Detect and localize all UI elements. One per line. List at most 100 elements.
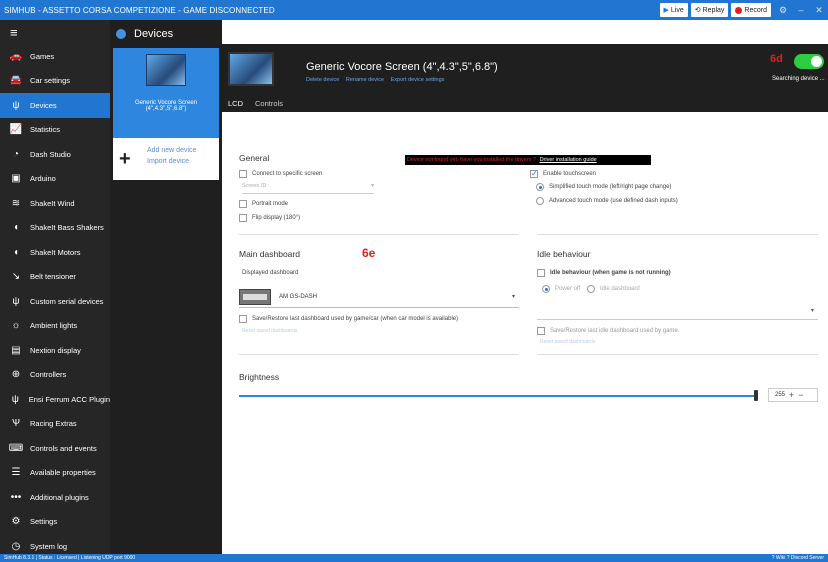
sidebar-item-shakeit-bass[interactable]: ◖ ShakeIt Bass Shakers bbox=[0, 216, 110, 241]
power-off-radio[interactable]: Power off bbox=[542, 285, 580, 293]
chevron-down-icon: ▾ bbox=[371, 183, 374, 189]
checkbox-label: Idle behaviour (when game is not running… bbox=[550, 270, 671, 276]
sidebar-item-label: ShakeIt Motors bbox=[30, 247, 81, 257]
enable-touchscreen-checkbox[interactable]: Enable touchscreen bbox=[530, 169, 596, 178]
devices-header-icon bbox=[116, 29, 126, 39]
sidebar-item-label: Controllers bbox=[30, 370, 67, 380]
plus-icon[interactable]: + bbox=[789, 390, 794, 400]
delete-device-link[interactable]: Delete device bbox=[306, 77, 339, 83]
sidebar-item-dash-studio[interactable]: ◔ Dash Studio bbox=[0, 142, 110, 167]
sidebar-item-racing-extras[interactable]: Ѱ Racing Extras bbox=[0, 412, 110, 437]
tab-controls[interactable]: Controls bbox=[249, 99, 289, 108]
sidebar-item-label: Available properties bbox=[30, 468, 96, 478]
add-new-device-link[interactable]: Add new device bbox=[147, 147, 196, 154]
live-button[interactable]: ▶ Live bbox=[659, 3, 688, 17]
save-restore-idle-checkbox[interactable]: Save/Restore last idle dashboard used by… bbox=[537, 327, 679, 335]
sidebar-item-label: Nextion display bbox=[30, 345, 81, 355]
idle-dashboard-select[interactable]: ▾ bbox=[537, 300, 818, 320]
sidebar-item-settings[interactable]: ⚙ Settings bbox=[0, 510, 110, 535]
sidebar-item-belt-tensioner[interactable]: ↘ Belt tensioner bbox=[0, 265, 110, 290]
sidebar-item-ensi-ferrum[interactable]: ψ Ensi Ferrum ACC Plugin bbox=[0, 387, 110, 412]
main-dashboard-heading: Main dashboard bbox=[239, 249, 300, 259]
reset-main-dashboards-link[interactable]: Reset saved dashboards bbox=[242, 328, 297, 334]
speaker-icon: ◖ bbox=[12, 222, 20, 234]
annotation-6e: 6e bbox=[362, 246, 376, 260]
close-icon[interactable]: ✕ bbox=[810, 5, 828, 16]
sidebar-item-label: Dash Studio bbox=[30, 149, 71, 159]
sidebar-item-label: Racing Extras bbox=[30, 419, 77, 429]
idle-behaviour-checkbox[interactable]: Idle behaviour (when game is not running… bbox=[537, 269, 671, 277]
sidebar-item-label: Ensi Ferrum ACC Plugin bbox=[28, 394, 110, 404]
import-device-link[interactable]: Import device bbox=[147, 158, 189, 165]
brightness-heading: Brightness bbox=[239, 372, 280, 382]
chevron-down-icon: ▾ bbox=[810, 308, 814, 314]
idle-dashboard-radio[interactable]: Idle dashboard bbox=[587, 285, 640, 293]
sidebar-item-additional-plugins[interactable]: ••• Additional plugins bbox=[0, 485, 110, 510]
chevron-down-icon: ▾ bbox=[511, 294, 515, 300]
checkbox-box bbox=[537, 269, 545, 277]
settings-window-icon[interactable]: ⚙ bbox=[774, 5, 792, 16]
add-device-box: + Add new device Import device bbox=[113, 138, 219, 180]
screen-id-input[interactable]: Screen ID : ▾ bbox=[242, 183, 374, 194]
sidebar-item-label: Car settings bbox=[30, 76, 71, 86]
sidebar-item-label: ShakeIt Wind bbox=[30, 198, 75, 208]
sidebar-item-available-properties[interactable]: ☰ Available properties bbox=[0, 461, 110, 486]
connect-specific-checkbox[interactable]: Connect to specific screen bbox=[239, 170, 322, 178]
sidebar-item-shakeit-wind[interactable]: ≋ ShakeIt Wind bbox=[0, 191, 110, 216]
brightness-value-box[interactable]: 255 + − bbox=[768, 388, 818, 402]
export-device-settings-link[interactable]: Export device settings bbox=[391, 77, 445, 83]
advanced-touch-radio[interactable]: Advanced touch mode (use defined dash in… bbox=[536, 197, 678, 205]
devices-title: Devices bbox=[134, 28, 174, 40]
tab-lcd[interactable]: LCD bbox=[222, 99, 249, 108]
minus-icon[interactable]: − bbox=[798, 390, 803, 400]
sidebar-item-custom-serial[interactable]: ψ Custom serial devices bbox=[0, 289, 110, 314]
motor-icon: ◖ bbox=[12, 246, 20, 258]
sidebar-item-shakeit-motors[interactable]: ◖ ShakeIt Motors bbox=[0, 240, 110, 265]
minimize-icon[interactable]: – bbox=[792, 5, 810, 15]
checkbox-label: Connect to specific screen bbox=[252, 171, 323, 177]
checkbox-box bbox=[239, 315, 247, 323]
record-button[interactable]: Record bbox=[731, 3, 771, 17]
driver-guide-link[interactable]: Driver installation guide bbox=[540, 157, 597, 163]
replay-button[interactable]: ⟲ Replay bbox=[690, 3, 729, 17]
wind-icon: ≋ bbox=[11, 197, 21, 209]
sidebar-item-controls-events[interactable]: ⌨ Controls and events bbox=[0, 436, 110, 461]
clock-icon: ◷ bbox=[11, 540, 21, 552]
status-bar: SimHub 8.3.1 | Status : Licensed | Liste… bbox=[0, 554, 828, 562]
sidebar-item-games[interactable]: 🚗 Games bbox=[0, 44, 110, 69]
flip-display-checkbox[interactable]: Flip display (180°) bbox=[239, 214, 300, 222]
dashboard-thumbnail bbox=[239, 288, 271, 305]
simplified-touch-radio[interactable]: Simplified touch mode (left/right page c… bbox=[536, 183, 671, 191]
divider bbox=[239, 234, 519, 235]
sidebar-item-statistics[interactable]: 📈 Statistics bbox=[0, 118, 110, 143]
brightness-slider-thumb[interactable] bbox=[754, 390, 758, 401]
menu-icon[interactable]: ≡ bbox=[0, 20, 110, 44]
rename-device-link[interactable]: Rename device bbox=[346, 77, 384, 83]
plus-icon[interactable]: + bbox=[119, 148, 131, 171]
title-bar: SIMHUB - ASSETTO CORSA COMPETIZIONE - GA… bbox=[0, 0, 828, 20]
device-header: Generic Vocore Screen (4",4.3",5",6.8") … bbox=[222, 44, 828, 94]
device-card-vocore[interactable]: Generic Vocore Screen (4",4.3",5",6.8") bbox=[113, 48, 219, 138]
device-enabled-toggle[interactable] bbox=[794, 54, 824, 69]
usb-icon: ψ bbox=[12, 99, 20, 111]
idle-behaviour-heading: Idle behaviour bbox=[537, 249, 591, 259]
settings-content: Device not found yet, have you installed… bbox=[222, 112, 828, 554]
sidebar-item-nextion[interactable]: ▤ Nextion display bbox=[0, 338, 110, 363]
dashboard-select[interactable]: AM GS-DASH ▾ bbox=[239, 286, 519, 308]
sidebar-item-car-settings[interactable]: 🚘 Car settings bbox=[0, 69, 110, 94]
help-links[interactable]: ? Wiki ? Discord Server bbox=[772, 555, 828, 561]
portrait-mode-checkbox[interactable]: Portrait mode bbox=[239, 200, 288, 208]
divider bbox=[537, 354, 818, 355]
sidebar-item-label: Devices bbox=[30, 100, 57, 110]
gauge-icon: ◔ bbox=[12, 148, 20, 160]
sidebar-item-controllers[interactable]: ⊕ Controllers bbox=[0, 363, 110, 388]
searching-status: Searching device ... bbox=[772, 76, 825, 82]
sidebar-item-arduino[interactable]: ▣ Arduino bbox=[0, 167, 110, 192]
sidebar-item-devices[interactable]: ψ Devices bbox=[0, 93, 110, 118]
sidebar-item-ambient-lights[interactable]: ☼ Ambient lights bbox=[0, 314, 110, 339]
sidebar-item-label: Custom serial devices bbox=[30, 296, 104, 306]
brightness-slider-track[interactable] bbox=[239, 395, 757, 397]
save-restore-main-checkbox[interactable]: Save/Restore last dashboard used by game… bbox=[239, 315, 458, 323]
reset-idle-dashboards-link[interactable]: Reset saved dashboards bbox=[540, 339, 595, 345]
usb-icon: ψ bbox=[11, 393, 19, 405]
